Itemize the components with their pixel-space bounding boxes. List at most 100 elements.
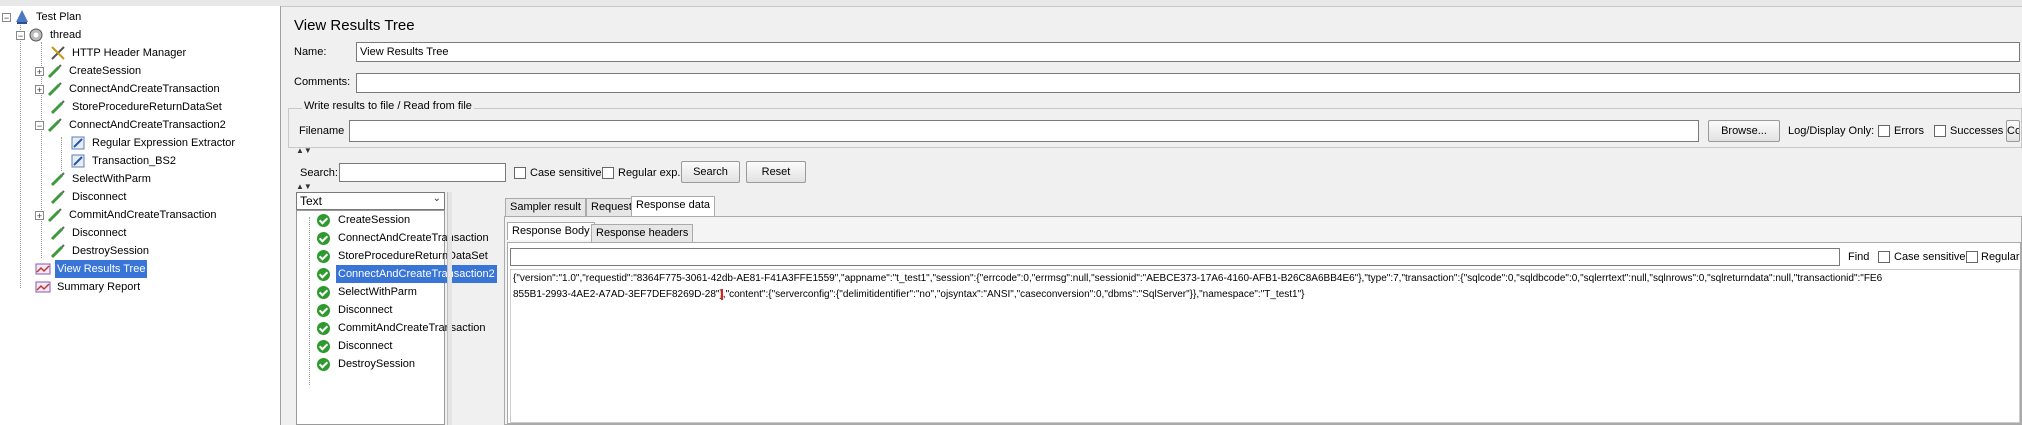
comments-input[interactable]	[356, 73, 2020, 93]
find-input[interactable]	[510, 248, 1840, 266]
search-case-sensitive-checkbox[interactable]	[514, 167, 526, 179]
result-item[interactable]: Disconnect	[317, 301, 394, 319]
tree-node-summary-report[interactable]: Summary Report	[35, 278, 142, 296]
result-item[interactable]: Disconnect	[317, 337, 394, 355]
filename-input[interactable]	[349, 120, 1699, 142]
sampler-icon	[47, 64, 62, 79]
tab-sampler-result[interactable]: Sampler result	[505, 198, 586, 216]
subtab-response-headers[interactable]: Response headers	[591, 224, 694, 242]
response-body-panel: Find Case sensitive Regular exp. {"versi…	[507, 242, 2021, 424]
find-regex-checkbox[interactable]	[1966, 251, 1978, 263]
post-processor-icon	[71, 136, 85, 150]
search-case-sensitive-label: Case sensitive	[530, 167, 602, 179]
success-check-icon	[317, 357, 330, 371]
search-input[interactable]	[339, 163, 506, 182]
tree-node-store-procedure-return-dataset[interactable]: StoreProcedureReturnDataSet	[50, 98, 224, 116]
filename-label: Filename	[299, 125, 345, 137]
find-regex-label: Regular exp.	[1981, 251, 2021, 263]
configure-label: Configure	[2007, 125, 2020, 137]
subtab-response-body[interactable]: Response Body	[507, 222, 595, 240]
tree-node-disconnect-2[interactable]: Disconnect	[50, 224, 128, 242]
collapse-icon[interactable]: −	[16, 30, 25, 40]
thread-group-icon	[29, 28, 43, 42]
sampler-icon	[50, 190, 65, 205]
renderer-selected: Text	[300, 194, 323, 208]
find-case-sensitive-label: Case sensitive	[1894, 251, 1966, 263]
result-tabs: Sampler result Request Response data	[505, 196, 2022, 218]
success-check-icon	[317, 303, 330, 317]
response-text-area[interactable]: {"version":"1.0","requestid":"8364F775-3…	[510, 269, 2020, 423]
test-plan-tree[interactable]: − Test Plan − thread HTTP Header Manager…	[0, 6, 281, 425]
sampler-icon	[47, 118, 62, 133]
result-item[interactable]: DestroySession	[317, 355, 417, 373]
result-item[interactable]: ConnectAndCreateTransaction	[317, 229, 491, 247]
reset-button[interactable]: Reset	[746, 161, 806, 183]
sampler-icon	[50, 226, 65, 241]
result-item[interactable]: CommitAndCreateTransaction	[317, 319, 488, 337]
success-check-icon	[317, 285, 330, 299]
success-check-icon	[317, 267, 330, 281]
tree-node-http-header-manager[interactable]: HTTP Header Manager	[50, 44, 188, 62]
errors-checkbox[interactable]	[1878, 125, 1890, 137]
expand-icon[interactable]: +	[35, 210, 44, 220]
tree-node-create-session[interactable]: + CreateSession	[35, 62, 143, 80]
tree-node-transaction-bs2[interactable]: Transaction_BS2	[70, 152, 178, 170]
file-group-title: Write results to file / Read from file	[302, 100, 474, 112]
tree-node-regular-expression-extractor[interactable]: Regular Expression Extractor	[70, 134, 237, 152]
errors-label: Errors	[1894, 125, 1924, 137]
config-tool-icon	[51, 46, 65, 60]
listener-icon	[35, 281, 51, 293]
log-display-label: Log/Display Only:	[1788, 125, 1875, 137]
post-processor-icon	[71, 154, 85, 168]
splitter-arrows-icon[interactable]: ▲▼	[296, 146, 312, 155]
configure-button[interactable]: Configure	[2006, 120, 2020, 142]
search-button[interactable]: Search	[681, 161, 740, 183]
response-line: 855B1-2993-4AE2-A7AD-3EF7DEF8269D-28"},"…	[513, 289, 2017, 300]
tree-node-view-results-tree[interactable]: View Results Tree	[35, 260, 148, 278]
listener-icon	[35, 263, 51, 275]
success-check-icon	[317, 213, 330, 227]
tree-node-connect-and-create-transaction[interactable]: + ConnectAndCreateTransaction	[35, 80, 222, 98]
search-regex-checkbox[interactable]	[602, 167, 614, 179]
split-divider[interactable]	[447, 192, 452, 425]
splitter-arrows-icon[interactable]: ▲▼	[296, 182, 312, 191]
name-label: Name:	[294, 46, 327, 58]
renderer-select[interactable]: Text ⌄	[296, 192, 445, 210]
successes-checkbox[interactable]	[1934, 125, 1946, 137]
search-regex-label: Regular exp.	[618, 167, 681, 179]
find-case-sensitive-checkbox[interactable]	[1878, 251, 1890, 263]
tree-node-destroy-session[interactable]: DestroySession	[50, 242, 151, 260]
successes-label: Successes	[1950, 125, 2004, 137]
highlighted-transaction-id: 855B1-2993-4AE2-A7AD-3EF7DEF8269D-28"	[513, 289, 724, 300]
search-label: Search:	[300, 167, 338, 179]
result-item[interactable]: SelectWithParm	[317, 283, 419, 301]
chevron-down-icon: ⌄	[432, 193, 441, 204]
tab-response-data[interactable]: Response data	[631, 196, 715, 216]
tree-node-commit-and-create-transaction[interactable]: + CommitAndCreateTransaction	[35, 206, 219, 224]
response-line-rest: },"content":{"serverconfig":{"delimitide…	[719, 289, 1305, 300]
success-check-icon	[317, 339, 330, 353]
expand-icon[interactable]: +	[35, 84, 44, 94]
tree-node-select-with-parm[interactable]: SelectWithParm	[50, 170, 153, 188]
expand-icon[interactable]: +	[35, 66, 44, 76]
panel-title: View Results Tree	[294, 17, 415, 34]
result-item-selected[interactable]: ConnectAndCreateTransaction2	[317, 265, 497, 283]
tree-node-thread[interactable]: − thread	[16, 26, 83, 44]
name-input[interactable]	[356, 42, 2020, 62]
results-list[interactable]: CreateSession ConnectAndCreateTransactio…	[296, 210, 497, 425]
tree-node-disconnect[interactable]: Disconnect	[50, 188, 128, 206]
tab-request[interactable]: Request	[586, 198, 637, 216]
collapse-icon[interactable]: −	[35, 120, 44, 130]
sampler-icon	[50, 100, 65, 115]
tree-line	[309, 217, 310, 385]
sampler-icon	[47, 208, 62, 223]
tree-node-connect-and-create-transaction2[interactable]: − ConnectAndCreateTransaction2	[35, 116, 228, 134]
tree-node-test-plan[interactable]: − Test Plan	[2, 8, 83, 26]
result-item[interactable]: StoreProcedureReturnDataSet	[317, 247, 490, 265]
result-item[interactable]: CreateSession	[317, 211, 412, 229]
collapse-icon[interactable]: −	[2, 12, 11, 22]
browse-button[interactable]: Browse...	[1708, 120, 1780, 142]
sampler-icon	[50, 172, 65, 187]
success-check-icon	[317, 321, 330, 335]
sampler-icon	[47, 82, 62, 97]
